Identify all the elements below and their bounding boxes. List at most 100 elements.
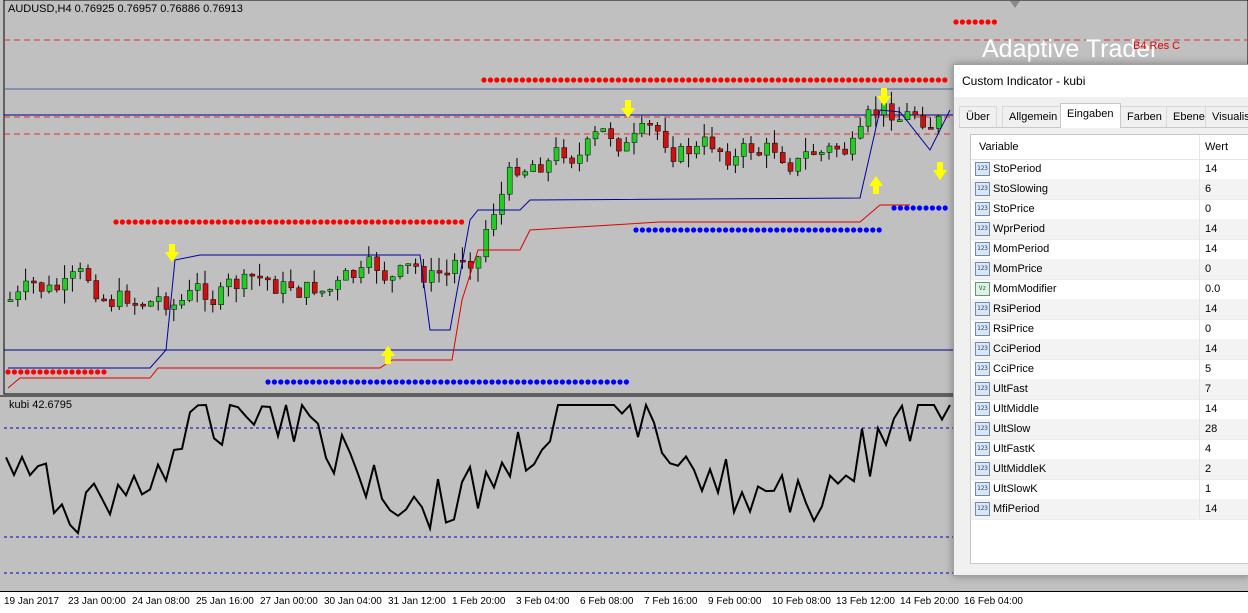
col-value-header[interactable]: Wert xyxy=(1199,135,1248,159)
table-row[interactable]: 123 MfiPeriod 14 xyxy=(971,499,1248,520)
variable-name: CciPrice xyxy=(993,363,1034,375)
support-dot xyxy=(316,379,322,385)
support-dot xyxy=(310,379,316,385)
variable-value[interactable]: 14 xyxy=(1199,499,1248,519)
chart-shift-marker-icon[interactable] xyxy=(1010,1,1020,8)
resistance-dot xyxy=(151,219,157,225)
tab-farben[interactable]: Farben xyxy=(1120,106,1169,127)
table-row[interactable]: Vz MomModifier 0.0 xyxy=(971,279,1248,300)
resistance-dot xyxy=(209,219,215,225)
resistance-dot xyxy=(88,369,94,375)
table-row[interactable]: 123 MomPeriod 14 xyxy=(971,239,1248,260)
resistance-dot xyxy=(215,219,221,225)
candle-body xyxy=(701,136,708,147)
resistance-dot xyxy=(590,77,596,83)
table-row[interactable]: 123 UltMiddleK 2 xyxy=(971,459,1248,480)
support-dot xyxy=(572,379,578,385)
integer-type-icon: 123 xyxy=(975,222,990,236)
support-dot xyxy=(716,227,722,233)
table-row[interactable]: 123 UltFast 7 xyxy=(971,379,1248,400)
resistance-dot xyxy=(859,77,865,83)
support-dot xyxy=(604,379,610,385)
resistance-dot xyxy=(686,77,692,83)
resistance-dot xyxy=(731,77,737,83)
table-row[interactable]: 123 StoPeriod 14 xyxy=(971,159,1248,180)
support-dot xyxy=(639,227,646,233)
variable-value[interactable]: 5 xyxy=(1199,359,1248,379)
integer-type-icon: 123 xyxy=(975,242,990,256)
table-row[interactable]: 123 UltSlowK 1 xyxy=(971,479,1248,500)
variable-value[interactable]: 14 xyxy=(1199,219,1248,239)
resistance-dot xyxy=(171,219,177,225)
grid-header: Variable Wert xyxy=(971,135,1248,160)
variable-value[interactable]: 14 xyxy=(1199,299,1248,319)
support-dot xyxy=(917,205,923,211)
candle-body xyxy=(327,289,334,292)
candle-body xyxy=(920,114,926,128)
variable-value[interactable]: 14 xyxy=(1199,239,1248,259)
table-row[interactable]: 123 CciPeriod 14 xyxy=(971,339,1248,360)
variable-value[interactable]: 14 xyxy=(1199,399,1248,419)
variable-value[interactable]: 0 xyxy=(1199,199,1248,219)
table-row[interactable]: 123 StoPrice 0 xyxy=(971,199,1248,220)
support-dot xyxy=(419,379,425,385)
candle-body xyxy=(343,270,349,281)
support-dot xyxy=(476,379,482,385)
tab-visualisierung[interactable]: Visualisi xyxy=(1205,106,1248,127)
variable-value[interactable]: 2 xyxy=(1199,459,1248,479)
table-row[interactable]: 123 RsiPeriod 14 xyxy=(971,299,1248,320)
time-label: 10 Feb 08:00 xyxy=(772,596,831,607)
table-row[interactable]: 123 UltFastK 4 xyxy=(971,439,1248,460)
resistance-dot xyxy=(446,219,452,225)
support-dot xyxy=(367,379,373,385)
candle-body xyxy=(226,278,232,288)
table-row[interactable]: 123 WprPeriod 14 xyxy=(971,219,1248,240)
resistance-dot xyxy=(807,77,814,83)
tab-allgemein[interactable]: Allgemein xyxy=(1002,106,1065,127)
support-dot xyxy=(284,379,290,385)
variable-value[interactable]: 0 xyxy=(1199,259,1248,279)
resistance-dot xyxy=(395,219,401,225)
table-row[interactable]: 123 RsiPrice 0 xyxy=(971,319,1248,340)
variable-value[interactable]: 14 xyxy=(1199,339,1248,359)
inputs-grid[interactable]: Variable Wert 123 StoPeriod 14 123 StoSlowin… xyxy=(970,134,1248,564)
resistance-dot xyxy=(923,77,929,83)
variable-value[interactable]: 7 xyxy=(1199,379,1248,399)
variable-value[interactable]: 1 xyxy=(1199,479,1248,499)
tab-uber[interactable]: Über xyxy=(959,106,997,127)
custom-indicator-dialog[interactable]: Custom Indicator - kubi Über Allgemein E… xyxy=(953,64,1248,576)
resistance-dot xyxy=(564,77,570,83)
support-dot xyxy=(515,379,521,385)
support-dot xyxy=(755,227,761,233)
candle-body xyxy=(101,298,107,302)
support-dot xyxy=(271,379,277,385)
support-dot xyxy=(463,379,469,385)
variable-value[interactable]: 4 xyxy=(1199,439,1248,459)
variable-value[interactable]: 0 xyxy=(1199,319,1248,339)
table-row[interactable]: 123 StoSlowing 6 xyxy=(971,179,1248,200)
resistance-dot xyxy=(865,77,871,83)
resistance-dot xyxy=(775,77,782,83)
variable-value[interactable]: 6 xyxy=(1199,179,1248,199)
resistance-dot xyxy=(247,219,253,225)
candle-body xyxy=(148,301,154,307)
table-row[interactable]: 123 MomPrice 0 xyxy=(971,259,1248,280)
tab-eingaben[interactable]: Eingaben xyxy=(1060,103,1121,128)
resistance-dot xyxy=(839,77,846,83)
variable-value[interactable]: 28 xyxy=(1199,419,1248,439)
support-dot xyxy=(527,379,534,385)
resistance-dot xyxy=(756,77,762,83)
resistance-dot xyxy=(37,369,43,375)
table-row[interactable]: 123 UltMiddle 14 xyxy=(971,399,1248,420)
variable-value[interactable]: 14 xyxy=(1199,159,1248,179)
resistance-dot xyxy=(235,219,241,225)
variable-value[interactable]: 0.0 xyxy=(1199,279,1248,299)
resistance-dot xyxy=(5,369,11,375)
table-row[interactable]: 123 UltSlow 28 xyxy=(971,419,1248,440)
table-row[interactable]: 123 CciPrice 5 xyxy=(971,359,1248,380)
integer-type-icon: 123 xyxy=(975,162,990,176)
support-dot xyxy=(767,227,774,233)
col-variable-header[interactable]: Variable xyxy=(979,135,1019,159)
candle-body xyxy=(499,193,505,215)
candle-body xyxy=(889,103,895,121)
